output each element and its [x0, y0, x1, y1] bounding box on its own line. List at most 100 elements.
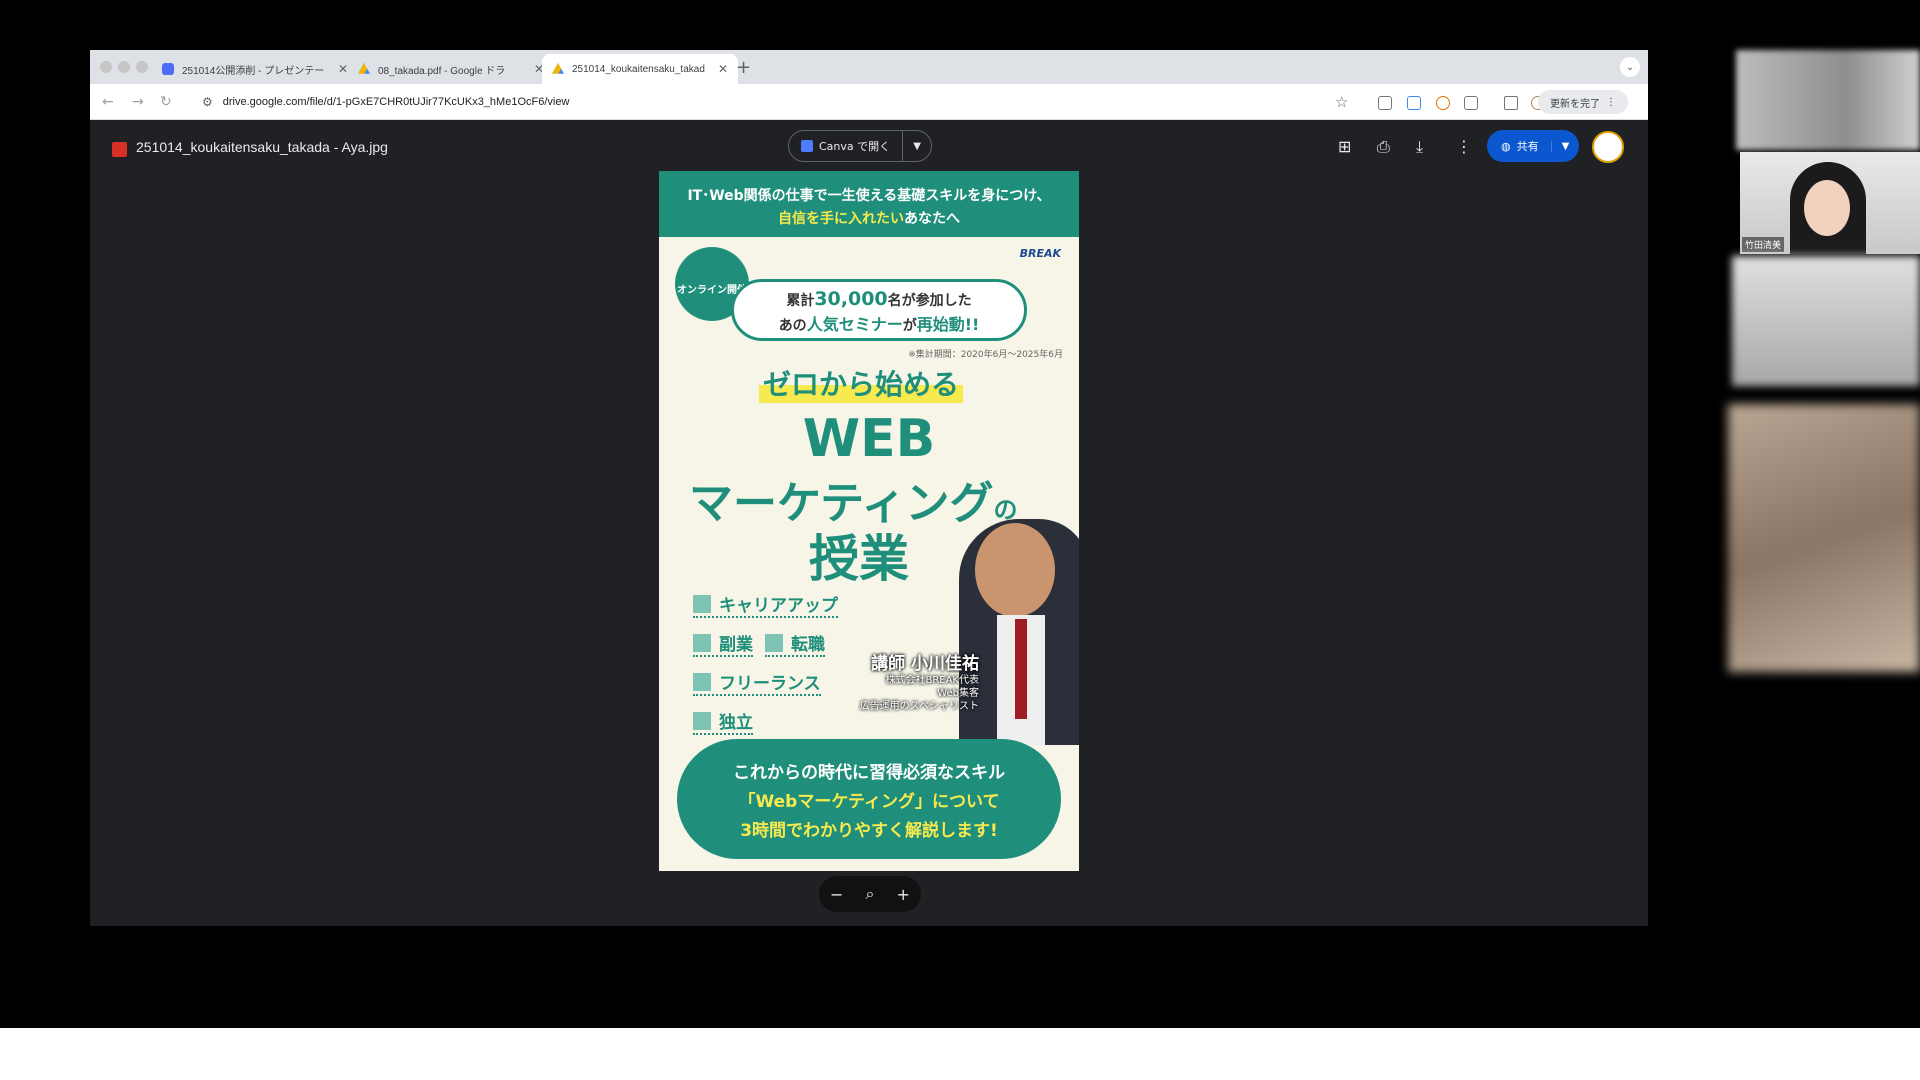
- maximize-window-dot[interactable]: [136, 61, 148, 73]
- tag-job-change: 転職: [765, 630, 825, 657]
- share-main[interactable]: ◍ 共有: [1487, 138, 1551, 154]
- banner-highlight: 自信を手に入れたい: [778, 211, 904, 227]
- tag-row: 副業 転職: [693, 630, 838, 669]
- banner-line-1: IT･Web関係の仕事で一生使える基礎スキルを身につけ、: [687, 188, 1051, 204]
- participant-video-blurred: [1736, 50, 1920, 150]
- update-label: 更新を完了: [1550, 98, 1600, 110]
- drive-icon: [552, 63, 564, 74]
- tab-label: 251014_koukaitensaku_takad: [572, 63, 705, 75]
- minimize-window-dot[interactable]: [118, 61, 130, 73]
- lecturer-role-2: Web集客: [937, 688, 979, 699]
- more-vert-icon: ⋮: [1606, 96, 1616, 108]
- downloads-icon[interactable]: [1504, 96, 1518, 110]
- tab-label: 08_takada.pdf - Google ドラ: [378, 65, 506, 77]
- lecturer-tie: [1015, 619, 1027, 719]
- close-icon[interactable]: ✕: [718, 62, 728, 76]
- drive-image-viewer: 251014_koukaitensaku_takada - Aya.jpg Ca…: [90, 120, 1648, 926]
- tag-independent: 独立: [693, 708, 753, 735]
- tab-pdf[interactable]: 08_takada.pdf - Google ドラ ✕: [348, 54, 554, 84]
- url-text: drive.google.com/file/d/1-pGxE7CHR0tUJir…: [222, 96, 570, 108]
- brand-logo: BREAK: [1019, 247, 1061, 260]
- back-icon[interactable]: ←: [102, 94, 114, 110]
- banner-rest: あなたへ: [904, 211, 960, 227]
- file-name: 251014_koukaitensaku_takada - Aya.jpg: [136, 139, 388, 155]
- site-info-icon[interactable]: ⚙: [202, 95, 213, 109]
- tag-label: フリーランス: [719, 674, 821, 694]
- chevron-down-icon[interactable]: ▼: [903, 141, 931, 152]
- participant-video-blurred: [1732, 256, 1920, 386]
- slides-icon: [162, 63, 174, 75]
- update-chrome-button[interactable]: 更新を完了 ⋮: [1538, 90, 1628, 114]
- shared-screen: 251014公開添削 - プレゼンテー ✕ 08_takada.pdf - Go…: [0, 0, 1920, 1028]
- speech-bubble: 累計30,000名が参加した あの人気セミナーが再始動!!: [731, 279, 1027, 341]
- tab-presentation[interactable]: 251014公開添削 - プレゼンテー ✕: [152, 54, 358, 84]
- drive-icon: [358, 63, 370, 74]
- checkbox-square-icon: [693, 594, 711, 613]
- tab-label: 251014公開添削 - プレゼンテー: [182, 65, 325, 77]
- cta-line-1: これからの時代に習得必須なスキル: [733, 763, 1005, 783]
- tab-strip: 251014公開添削 - プレゼンテー ✕ 08_takada.pdf - Go…: [90, 50, 1648, 84]
- print-icon[interactable]: ⎙: [1377, 137, 1390, 157]
- address-bar[interactable]: ⚙ drive.google.com/file/d/1-pGxE7CHR0tUJ…: [194, 88, 1464, 116]
- open-with-canva-button[interactable]: Canva で開く ▼: [788, 130, 933, 162]
- more-vert-icon[interactable]: ⋮: [1456, 137, 1472, 156]
- color-extension-icon[interactable]: [1436, 96, 1450, 110]
- zoom-out-icon[interactable]: −: [830, 885, 843, 904]
- poster-image: IT･Web関係の仕事で一生使える基礎スキルを身につけ、 自信を手に入れたいあな…: [659, 171, 1079, 871]
- banner-line-2: 自信を手に入れたいあなたへ: [659, 208, 1079, 228]
- chevron-down-icon[interactable]: ▼: [1551, 140, 1579, 152]
- bookmark-star-icon[interactable]: ☆: [1335, 93, 1348, 111]
- bubble-line2-mid: が: [902, 318, 917, 334]
- reload-icon[interactable]: ↻: [160, 94, 172, 110]
- forward-icon[interactable]: →: [132, 94, 144, 110]
- lecturer-role-3: 広告運用のスペシャリスト: [859, 701, 979, 712]
- magnifier-icon[interactable]: ⌕: [866, 884, 875, 904]
- poster-cta: これからの時代に習得必須なスキル 「Webマーケティング」について 3時間でわか…: [677, 739, 1061, 859]
- bubble-mid: 名が参加した: [887, 293, 972, 309]
- tag-list: キャリアアップ 副業 転職 フリーランス 独立: [693, 591, 838, 747]
- tag-label: 副業: [719, 635, 753, 655]
- open-with-canva-main[interactable]: Canva で開く: [789, 131, 904, 161]
- bubble-line2-pre: あの: [778, 318, 807, 334]
- lecturer-info: 講師 小川佳祐 株式会社BREAK代表 Web集客 広告運用のスペシャリスト: [860, 649, 979, 713]
- close-window-dot[interactable]: [100, 61, 112, 73]
- tag-label: キャリアアップ: [719, 596, 838, 616]
- browser-window: 251014公開添削 - プレゼンテー ✕ 08_takada.pdf - Go…: [90, 50, 1648, 926]
- zoom-in-icon[interactable]: +: [897, 885, 910, 904]
- image-file-icon: [112, 142, 127, 157]
- bottom-area: [0, 1028, 1920, 1080]
- bubble-pre: 累計: [786, 293, 815, 309]
- download-icon[interactable]: ⤓: [1416, 137, 1423, 157]
- participant-count: 30,000: [814, 288, 888, 310]
- tab-current-image[interactable]: 251014_koukaitensaku_takad ✕: [542, 54, 739, 84]
- camera-extension-icon[interactable]: [1378, 96, 1392, 110]
- poster-title-line-3: 授業: [809, 530, 909, 588]
- close-icon[interactable]: ✕: [338, 62, 348, 76]
- open-with-label: Canva で開く: [819, 140, 891, 153]
- cta-line-2: 「Webマーケティング」について: [738, 792, 1000, 812]
- tag-label: 独立: [719, 713, 753, 733]
- tag-side-job: 副業: [693, 630, 753, 657]
- share-button[interactable]: ◍ 共有 ▼: [1487, 130, 1579, 162]
- participant-video: 竹田清美: [1740, 152, 1920, 254]
- bubble-line2-g1: 人気セミナー: [806, 315, 903, 334]
- bubble-line-1: 累計30,000名が参加した: [734, 288, 1024, 310]
- zoom-controls: − ⌕ +: [819, 876, 921, 912]
- tab-search-button[interactable]: ⌄: [1620, 57, 1640, 77]
- tag-label: 転職: [791, 635, 825, 655]
- lecturer-name: 講師 小川佳祐: [871, 654, 979, 674]
- lecturer-role-1: 株式会社BREAK代表: [885, 675, 979, 686]
- account-avatar[interactable]: [1592, 131, 1624, 163]
- poster-title-line-1: WEB: [802, 409, 936, 469]
- lecturer-face: [975, 523, 1055, 617]
- extensions-puzzle-icon[interactable]: [1464, 96, 1478, 110]
- poster-banner: IT･Web関係の仕事で一生使える基礎スキルを身につけ、 自信を手に入れたいあな…: [659, 171, 1079, 237]
- bubble-line-2: あの人気セミナーが再始動!!: [734, 311, 1024, 335]
- translate-extension-icon[interactable]: [1407, 96, 1421, 110]
- tag-freelance: フリーランス: [693, 669, 821, 696]
- add-comment-icon[interactable]: ⊞: [1338, 137, 1351, 156]
- participant-name: 竹田清美: [1742, 237, 1785, 252]
- participant-face: [1804, 180, 1850, 236]
- new-tab-button[interactable]: +: [736, 57, 751, 78]
- checkbox-square-icon: [693, 633, 711, 652]
